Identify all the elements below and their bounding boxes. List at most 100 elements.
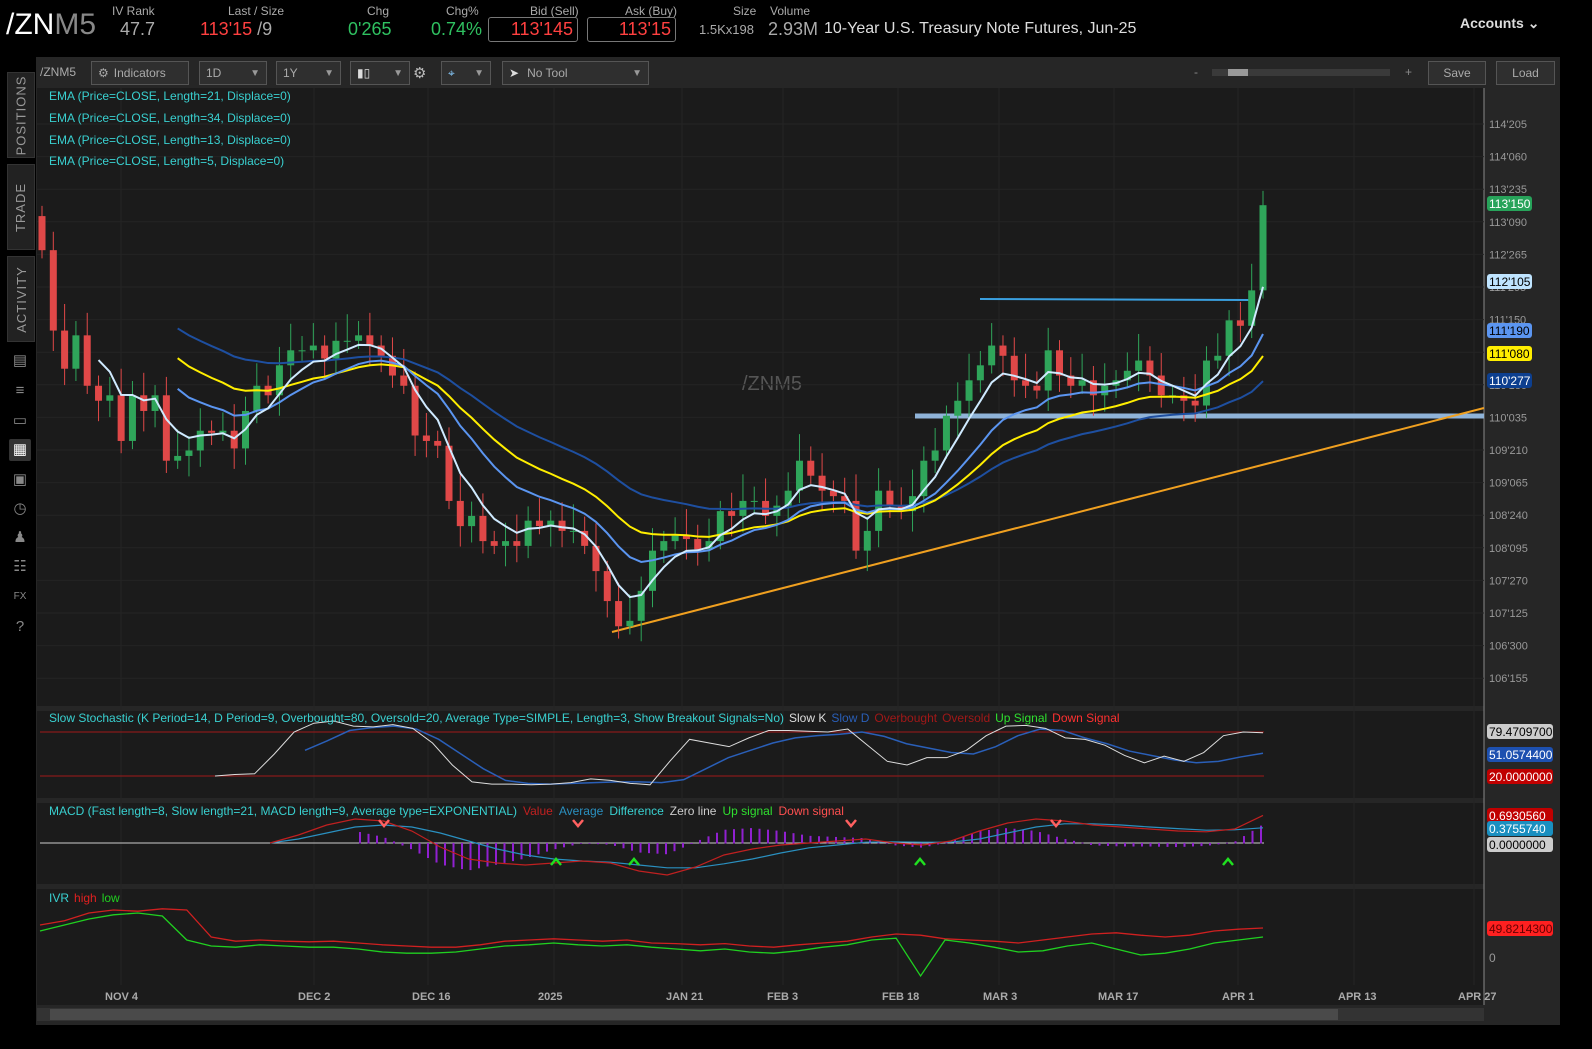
macd-histogram-bar: [1192, 843, 1194, 847]
candle-body: [558, 520, 566, 531]
candle-body: [117, 395, 125, 441]
macd-down-label: Down signal: [779, 804, 844, 818]
candle-body: [660, 541, 668, 551]
macd-histogram-bar: [1090, 843, 1092, 845]
macd-histogram-bar: [1056, 836, 1058, 844]
macd-histogram-bar: [393, 841, 395, 844]
stoch-up-label: Up Signal: [995, 711, 1047, 725]
macd-histogram-bar: [750, 828, 752, 844]
price-tick: 110'035: [1489, 412, 1527, 424]
date-label: DEC 16: [412, 991, 451, 1003]
price-badge-label: 110'277: [1489, 374, 1531, 388]
macd-histogram-bar: [427, 843, 429, 859]
date-label: NOV 4: [105, 991, 139, 1003]
macd-histogram-bar: [597, 843, 599, 845]
macd-histogram-bar: [1158, 843, 1160, 847]
price-tick: 113'090: [1489, 217, 1527, 229]
stoch-k-label: Slow K: [789, 711, 826, 725]
price-chart[interactable]: /ZNM5 EMA (Price=CLOSE, Length=21, Displ…: [0, 0, 1592, 1049]
resistance-line[interactable]: [979, 298, 1251, 301]
stoch-title: Slow Stochastic (K Period=14, D Period=9…: [49, 711, 784, 725]
candle-body: [1022, 380, 1030, 386]
price-badge-label: 112'105: [1489, 275, 1531, 289]
stoch-ob-label: Overbought: [874, 711, 937, 725]
macd-histogram-bar: [401, 843, 404, 846]
candle-body: [1214, 355, 1222, 361]
candle-body: [140, 395, 148, 411]
candle-body: [728, 511, 736, 516]
candle-body: [366, 335, 374, 346]
macd-histogram-bar: [1141, 843, 1143, 847]
macd-histogram-bar: [775, 830, 778, 844]
ivr-title: IVR: [49, 891, 69, 905]
macd-histogram-bar: [1107, 843, 1109, 846]
candle-body: [1259, 205, 1267, 291]
macd-histogram-bar: [1166, 843, 1169, 847]
macd-histogram-bar: [418, 843, 421, 854]
candle-body: [456, 500, 464, 527]
macd-histogram-bar: [384, 837, 387, 844]
macd-histogram-bar: [741, 828, 744, 844]
date-label: FEB 18: [882, 991, 919, 1003]
macd-histogram-bar: [614, 843, 616, 846]
macd-histogram-bar: [1217, 843, 1220, 845]
candle-body: [931, 450, 939, 461]
candle-body: [1135, 360, 1143, 371]
candle-body: [524, 520, 532, 546]
date-label: APR 13: [1338, 991, 1377, 1003]
date-label: MAR 3: [983, 991, 1017, 1003]
candle-body: [468, 515, 476, 527]
candle-body: [196, 430, 204, 451]
macd-histogram-bar: [1234, 841, 1237, 844]
macd-histogram-bar: [1183, 843, 1186, 847]
price-badge-label: 113'150: [1489, 197, 1531, 211]
date-label: APR 27: [1458, 991, 1497, 1003]
macd-zero-label: Zero line: [670, 804, 717, 818]
candle-body: [174, 455, 182, 461]
candle-body: [49, 250, 57, 331]
macd-histogram-bar: [1064, 839, 1067, 844]
scrollbar-thumb[interactable]: [50, 1009, 1338, 1020]
macd-histogram-bar: [852, 837, 854, 844]
macd-histogram-bar: [1124, 843, 1126, 847]
candle-body: [95, 385, 103, 401]
stochastic-legend: Slow Stochastic (K Period=14, D Period=9…: [49, 711, 1120, 725]
macd-legend: MACD (Fast length=8, Slow length=21, MAC…: [49, 804, 844, 818]
candle-body: [569, 530, 577, 532]
macd-histogram-bar: [359, 832, 361, 844]
candle-body: [162, 395, 170, 461]
macd-title: MACD (Fast length=8, Slow length=21, MAC…: [49, 804, 517, 818]
candle-body: [795, 460, 803, 491]
macd-histogram-bar: [1243, 836, 1245, 844]
price-badge-label: 111'190: [1489, 324, 1530, 338]
macd-histogram-bar: [495, 843, 497, 865]
candle-body: [1236, 320, 1244, 326]
macd-histogram-bar: [639, 843, 642, 853]
macd-histogram-bar: [452, 843, 455, 868]
macd-histogram-bar: [716, 832, 718, 844]
date-label: 2025: [538, 991, 562, 1003]
candle-body: [38, 216, 46, 251]
ivr-high-label: high: [74, 891, 97, 905]
macd-histogram-bar: [733, 829, 735, 844]
macd-histogram-bar: [588, 843, 591, 844]
macd-histogram-bar: [1030, 830, 1033, 844]
candle-body: [230, 430, 238, 449]
macd-histogram-bar: [996, 829, 999, 844]
macd-histogram-bar: [886, 843, 888, 844]
macd-histogram-bar: [673, 843, 676, 852]
price-tick: 114'205: [1489, 119, 1527, 131]
candle-body: [626, 620, 634, 627]
candle-body: [694, 539, 702, 550]
macd-histogram-bar: [537, 843, 540, 855]
macd-histogram-bar: [826, 836, 829, 844]
ema21-legend: EMA (Price=CLOSE, Length=21, Displace=0): [49, 89, 291, 103]
candle-body: [886, 490, 894, 506]
macd-histogram-bar: [784, 831, 786, 844]
macd-histogram-bar: [580, 843, 582, 844]
macd-histogram-bar: [520, 843, 523, 860]
stoch-down-label: Down Signal: [1052, 711, 1119, 725]
macd-histogram-bar: [648, 843, 650, 854]
macd-histogram-bar: [605, 843, 608, 845]
candle-body: [502, 541, 510, 546]
